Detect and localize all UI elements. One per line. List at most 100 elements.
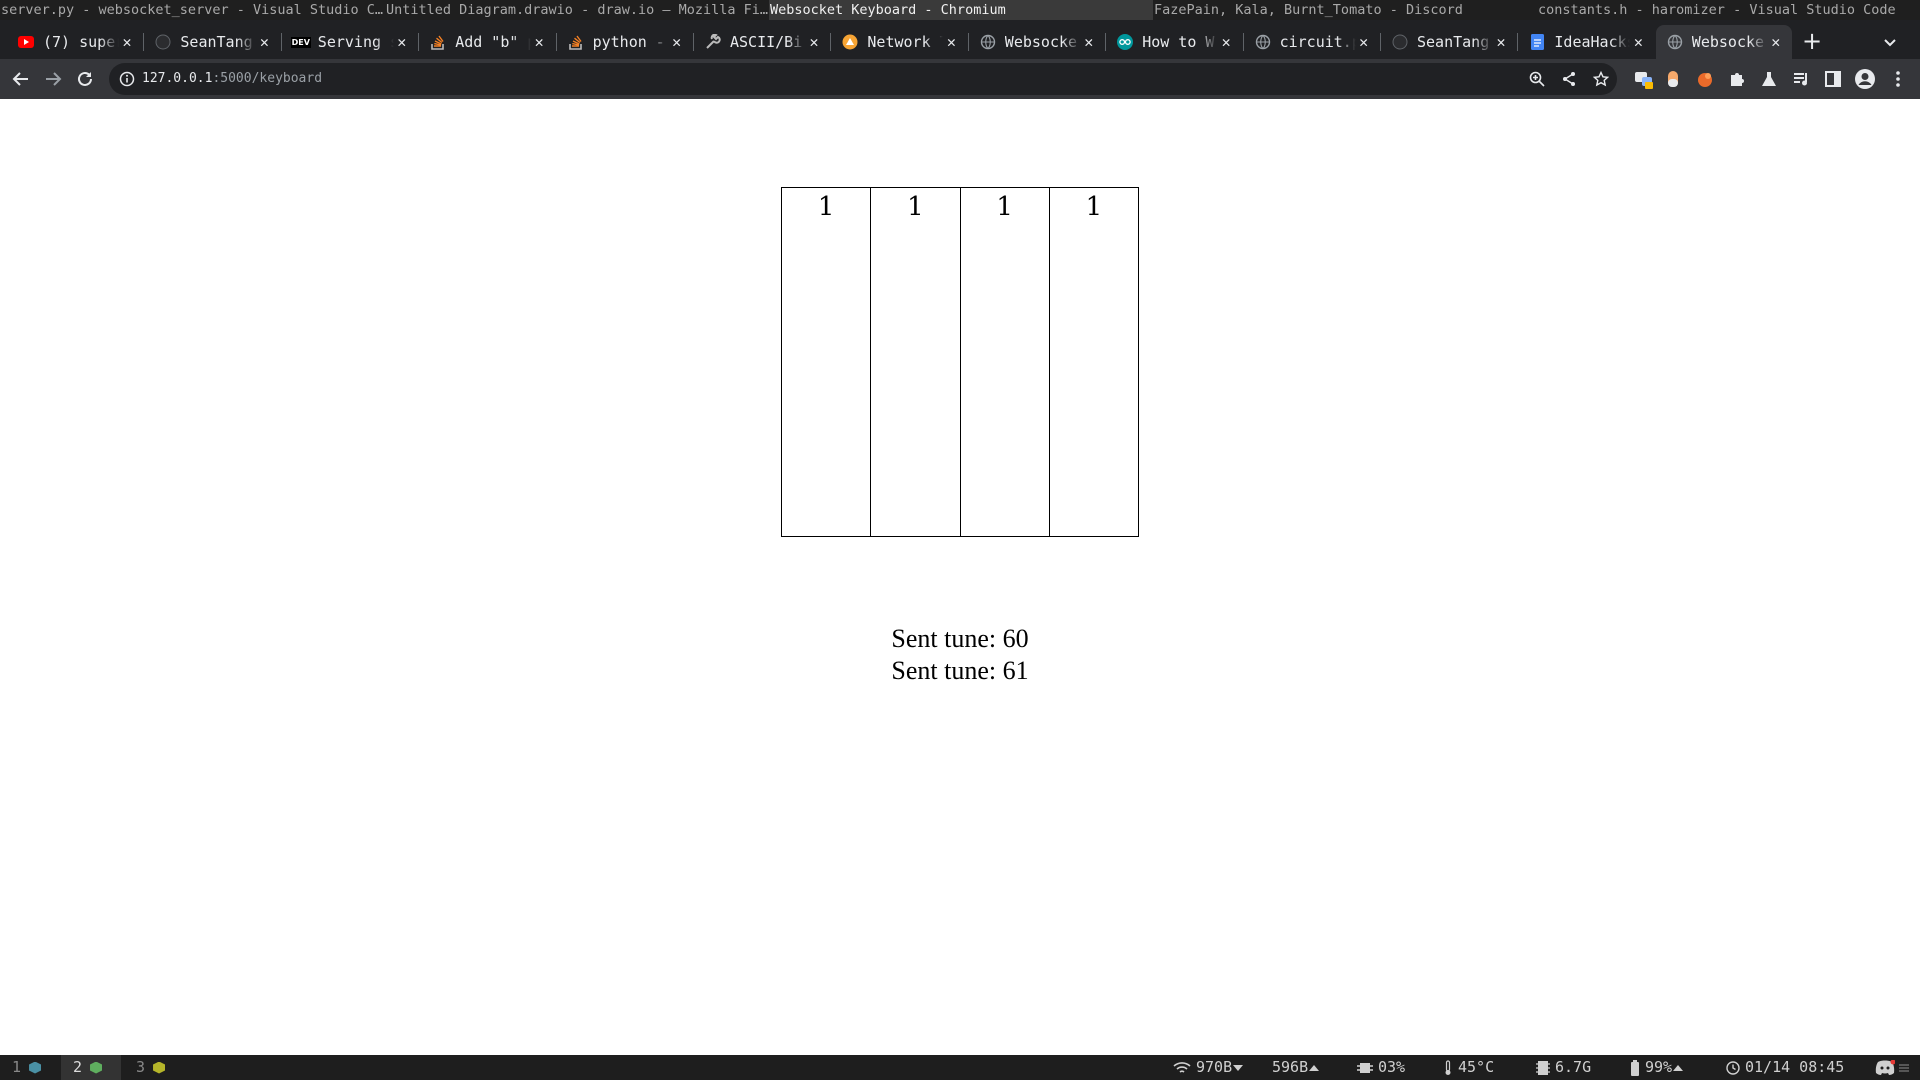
- keyboard-key[interactable]: 1: [961, 188, 1050, 536]
- keyboard-key[interactable]: 1: [871, 188, 961, 536]
- close-icon[interactable]: ✕: [1081, 33, 1097, 51]
- forward-button[interactable]: [39, 65, 67, 93]
- stackoverflow-icon: [568, 34, 584, 50]
- window-title-chromium[interactable]: Websocket Keyboard - Chromium: [769, 0, 1153, 20]
- menu-button[interactable]: [1886, 67, 1910, 91]
- hexagon-icon: [90, 1061, 103, 1074]
- wrench-icon: [705, 34, 721, 50]
- close-icon[interactable]: ✕: [1630, 33, 1646, 51]
- close-icon[interactable]: ✕: [669, 33, 685, 51]
- net-up-value: 596B: [1272, 1058, 1309, 1076]
- back-button[interactable]: [7, 65, 35, 93]
- new-tab-button[interactable]: +: [1798, 28, 1826, 56]
- url-text[interactable]: 127.0.0.1:5000/keyboard: [142, 63, 322, 95]
- tab-6[interactable]: Network T ✕: [831, 25, 967, 59]
- thermometer-icon: [1445, 1059, 1451, 1075]
- close-icon[interactable]: ✕: [1493, 33, 1509, 51]
- window-title-drawio[interactable]: Untitled Diagram.drawio - draw.io — Mozi…: [385, 0, 769, 20]
- tab-separator: [280, 33, 282, 51]
- tab-search-button[interactable]: [1878, 30, 1902, 54]
- close-icon[interactable]: ✕: [119, 33, 135, 51]
- keyboard-key[interactable]: 1: [782, 188, 872, 536]
- avatar-icon: [1855, 69, 1875, 89]
- tab-title: IdeaHacks: [1554, 33, 1631, 51]
- address-bar[interactable]: 127.0.0.1:5000/keyboard: [109, 63, 1617, 95]
- tab-title: python -: [592, 33, 665, 51]
- tab-0[interactable]: (7) super ✕: [7, 25, 143, 59]
- tab-8[interactable]: How to W ✕: [1106, 25, 1242, 59]
- bookmark-button[interactable]: [1591, 69, 1611, 89]
- share-icon: [1563, 72, 1575, 86]
- caret-up-icon: [1309, 1064, 1320, 1071]
- temperature: 45°C: [1443, 1055, 1494, 1080]
- discord-tray[interactable]: [1875, 1055, 1900, 1080]
- workspace-1[interactable]: 1: [0, 1055, 60, 1080]
- zoom-button[interactable]: [1527, 69, 1547, 89]
- keyboard: 1111: [781, 187, 1139, 537]
- more-vert-icon: [1896, 71, 1900, 87]
- tab-5[interactable]: ASCII/Bi ✕: [694, 25, 830, 59]
- arrow-right-icon: [46, 72, 62, 86]
- tab-separator: [555, 33, 557, 51]
- memory-usage: 6.7G: [1536, 1055, 1591, 1080]
- close-icon[interactable]: ✕: [1218, 33, 1234, 51]
- close-icon[interactable]: ✕: [394, 33, 410, 51]
- docs-icon: [1529, 34, 1545, 50]
- list-icon: [1899, 1063, 1909, 1072]
- share-button[interactable]: [1559, 69, 1579, 89]
- translate-icon: [1635, 72, 1653, 89]
- tab-7[interactable]: Websocke ✕: [969, 25, 1105, 59]
- hexagon-icon: [153, 1061, 166, 1074]
- workspace-number: 1: [12, 1058, 22, 1076]
- profile-button[interactable]: [1853, 67, 1877, 91]
- caret-up-icon: [1673, 1064, 1684, 1071]
- tab-12[interactable]: Websocke ✕: [1655, 25, 1792, 59]
- info-icon[interactable]: [119, 71, 135, 87]
- labs-button[interactable]: [1757, 67, 1781, 91]
- github-icon: [1392, 34, 1408, 50]
- tab-title: Serving s: [317, 33, 394, 51]
- keyboard-key[interactable]: 1: [1050, 188, 1138, 536]
- close-icon[interactable]: ✕: [531, 33, 547, 51]
- close-icon[interactable]: ✕: [1768, 33, 1784, 51]
- tab-11[interactable]: IdeaHacks ✕: [1518, 25, 1654, 59]
- reload-icon: [78, 71, 92, 86]
- tab-1[interactable]: SeanTang ✕: [144, 25, 280, 59]
- workspace-3[interactable]: 3: [124, 1055, 184, 1080]
- tab-title: SeanTang: [1417, 33, 1490, 51]
- network-icon: [842, 34, 858, 50]
- reload-button[interactable]: [71, 65, 99, 93]
- close-icon[interactable]: ✕: [806, 33, 822, 51]
- datetime-value: 01/14 08:45: [1745, 1058, 1845, 1076]
- tab-separator: [143, 33, 145, 51]
- fox-icon: [1698, 73, 1712, 87]
- tab-3[interactable]: Add "b" p ✕: [419, 25, 555, 59]
- window-title-discord[interactable]: FazePain, Kala, Burnt_Tomato - Discord: [1153, 0, 1537, 20]
- extension-orange[interactable]: [1661, 67, 1685, 91]
- globe-icon: [980, 34, 996, 50]
- clock: 01/14 08:45: [1726, 1055, 1844, 1080]
- tab-title: Add "b" p: [455, 33, 532, 51]
- extension-red[interactable]: [1693, 67, 1717, 91]
- close-icon[interactable]: ✕: [943, 33, 959, 51]
- browser-toolbar: 127.0.0.1:5000/keyboard: [0, 59, 1920, 99]
- tray-menu[interactable]: [1898, 1055, 1915, 1080]
- tab-separator: [1380, 33, 1381, 51]
- tab-2[interactable]: DEV Serving s ✕: [282, 25, 418, 59]
- cpu-icon: [1357, 1062, 1373, 1073]
- tab-10[interactable]: SeanTang ✕: [1381, 25, 1517, 59]
- close-icon[interactable]: ✕: [1356, 33, 1372, 51]
- side-panel-button[interactable]: [1821, 67, 1845, 91]
- tab-4[interactable]: python - ✕: [557, 25, 693, 59]
- close-icon[interactable]: ✕: [256, 33, 272, 51]
- extensions-button[interactable]: [1725, 67, 1749, 91]
- tab-9[interactable]: circuit.p ✕: [1244, 25, 1380, 59]
- tab-title: ASCII/Bi: [730, 33, 803, 51]
- workspace-2[interactable]: 2: [61, 1055, 121, 1080]
- tab-title: Network T: [867, 33, 944, 51]
- media-controls-button[interactable]: [1789, 67, 1813, 91]
- window-title-vscode-server[interactable]: server.py - websocket_server - Visual St…: [0, 0, 384, 20]
- temperature-value: 45°C: [1458, 1058, 1495, 1076]
- extension-translate[interactable]: [1632, 67, 1656, 91]
- window-title-vscode-constants[interactable]: constants.h - haromizer - Visual Studio …: [1537, 0, 1920, 20]
